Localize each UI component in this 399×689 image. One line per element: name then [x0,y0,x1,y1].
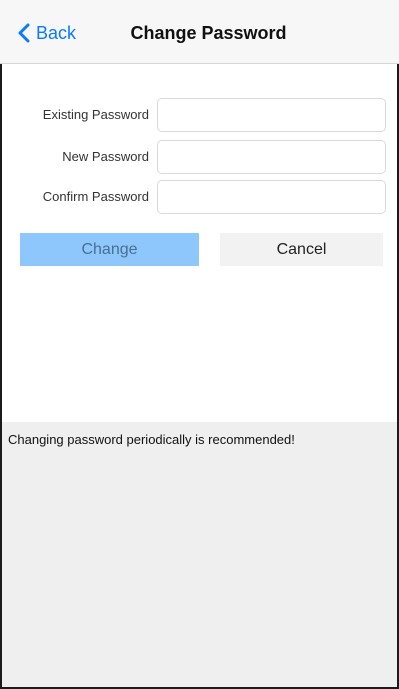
new-password-field[interactable] [157,140,386,174]
existing-password-field[interactable] [157,98,386,132]
info-panel [2,422,397,687]
new-password-row: New Password [0,140,399,174]
cancel-button[interactable]: Cancel [220,233,383,266]
existing-password-row: Existing Password [0,98,399,132]
new-password-label: New Password [62,149,149,164]
navigation-bar: Back Change Password [0,0,399,64]
page-title: Change Password [130,23,287,43]
confirm-password-field[interactable] [157,180,386,214]
confirm-password-label: Confirm Password [42,189,149,204]
password-hint-text: Changing password periodically is recomm… [8,432,295,447]
change-button[interactable]: Change [20,233,199,266]
confirm-password-row: Confirm Password [0,180,399,214]
existing-password-label: Existing Password [42,107,149,122]
